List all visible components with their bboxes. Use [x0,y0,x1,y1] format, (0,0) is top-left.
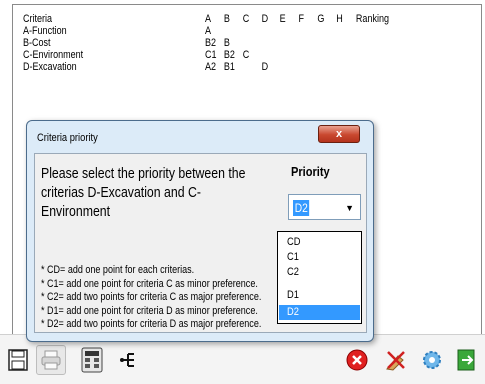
hierarchy-icon[interactable] [116,348,140,372]
matrix-cell: C [242,49,250,61]
matrix-header-b: B [223,13,230,25]
matrix-header-c: C [242,13,250,25]
matrix-header-criteria: Criteria [23,13,53,25]
print-icon[interactable] [36,345,66,375]
priority-select-value: D2 [293,200,310,216]
row-label: D-Excavation [23,61,77,73]
matrix-cell: D [261,61,269,73]
matrix-header-ranking: Ranking [355,13,390,25]
note-d1: * D1= add one point for criteria D as mi… [41,304,258,317]
calculator-icon[interactable] [78,345,106,375]
save-icon[interactable] [6,348,30,372]
matrix-cell: B2 [205,37,217,49]
option-cd[interactable]: CD [279,235,360,250]
note-cd: * CD= add one point for each criterias. [41,264,195,276]
option-c2[interactable]: C2 [279,265,360,280]
cancel-icon[interactable] [345,348,369,372]
priority-dropdown-list[interactable]: CD C1 C2 D1 D2 [277,231,362,324]
matrix-cell: B1 [223,61,235,73]
clear-icon[interactable] [384,348,408,372]
exit-icon[interactable] [455,348,479,372]
matrix-header-g: G [317,13,325,25]
matrix-cell: B2 [223,49,235,61]
priority-select[interactable]: D2 ▼ [288,194,361,220]
row-label: B-Cost [23,37,51,49]
matrix-cell: C1 [205,49,217,61]
note-c1: * C1= add one point for criteria C as mi… [41,277,258,290]
priority-label: Priority [291,164,330,179]
matrix-header-f: F [298,13,305,25]
note-c2: * C2= add two points for criteria C as m… [41,291,262,303]
close-button[interactable]: x [318,125,360,143]
close-icon: x [335,128,343,140]
dialog-title: Criteria priority [37,132,98,144]
matrix-header-h: H [336,13,343,25]
matrix-header-d: D [261,13,269,25]
matrix-cell: A [205,25,212,37]
option-d1[interactable]: D1 [279,288,360,303]
chevron-down-icon[interactable]: ▼ [345,203,354,213]
row-label: A-Function [23,25,67,37]
matrix-cell: A2 [205,61,217,73]
row-label: C-Environment [23,49,84,61]
note-d2: * D2= add two points for criteria D as m… [41,318,262,330]
dialog-prompt: Please select the priority between the c… [41,165,246,220]
option-d2[interactable]: D2 [278,304,361,321]
matrix-header-e: E [279,13,286,25]
settings-icon[interactable] [420,348,444,372]
matrix-cell: B [223,37,230,49]
option-c1[interactable]: C1 [279,250,360,265]
matrix-header-a: A [205,13,212,25]
